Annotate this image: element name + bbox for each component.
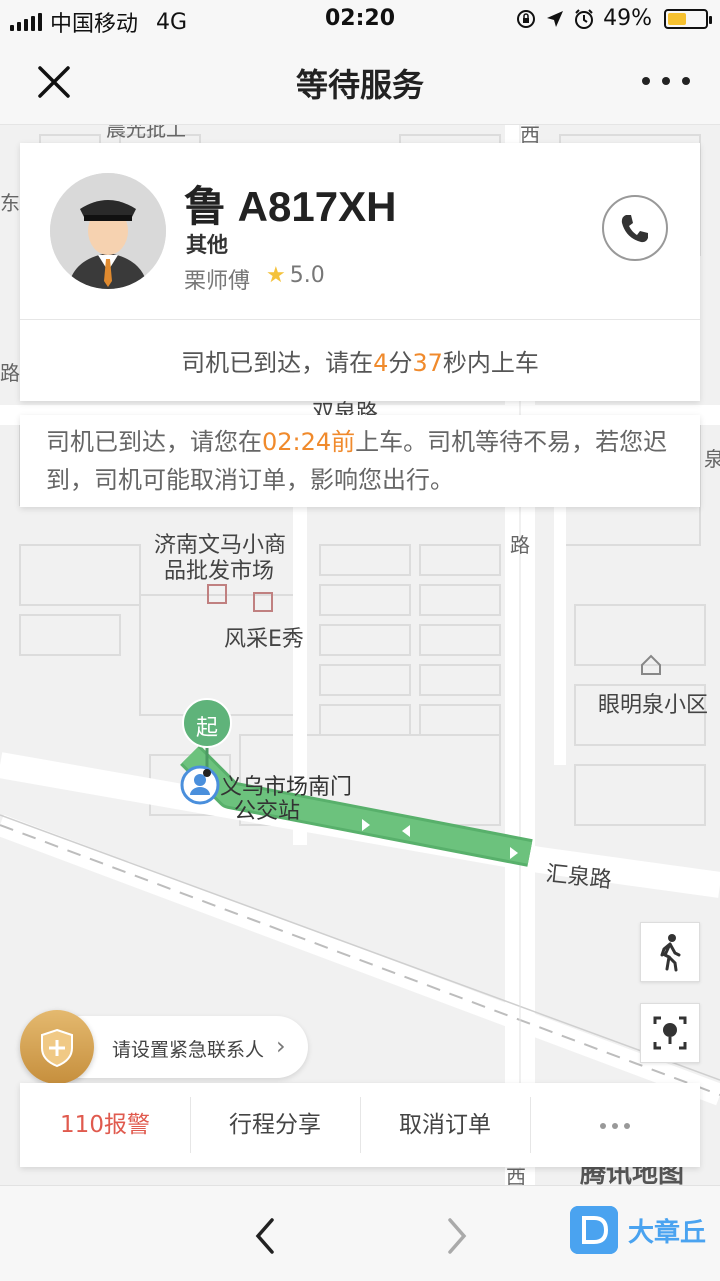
license-plate: 鲁 A817XH <box>184 183 397 230</box>
locate-icon <box>653 1016 687 1050</box>
forward-arrow-icon[interactable] <box>436 1214 476 1258</box>
more-dots-icon <box>600 1122 630 1129</box>
countdown-minutes: 4 <box>373 349 389 377</box>
call-driver-button[interactable] <box>602 195 668 261</box>
back-arrow-icon[interactable] <box>246 1214 286 1258</box>
map-label-edge-right: 泉 <box>704 447 720 471</box>
seconds-suffix: 秒内上车 <box>442 349 539 377</box>
browser-bottom-bar: 大章丘 <box>0 1185 720 1281</box>
more-icon[interactable] <box>642 66 690 96</box>
countdown-seconds: 37 <box>412 349 443 377</box>
rating-value: 5.0 <box>289 263 325 288</box>
car-type: 其他 <box>186 233 228 257</box>
star-icon: ★ <box>266 263 286 288</box>
status-right: 49% <box>515 6 712 31</box>
shield-plus-icon <box>41 1028 73 1068</box>
brand-logo-icon <box>570 1206 618 1254</box>
share-trip-button[interactable]: 行程分享 <box>190 1083 360 1167</box>
arrival-countdown: 司机已到达，请在4分37秒内上车 <box>20 343 700 378</box>
nav-bar: 等待服务 <box>0 40 720 125</box>
arrival-prefix: 司机已到达，请在 <box>181 349 374 377</box>
cancel-order-button[interactable]: 取消订单 <box>360 1083 530 1167</box>
location-arrow-icon <box>547 10 564 27</box>
driver-name: 栗师傅 <box>184 269 251 294</box>
map-label-fengcai: 风采E秀 <box>224 627 304 652</box>
alarm-icon <box>575 8 594 29</box>
more-actions-button[interactable] <box>530 1083 700 1167</box>
page-title: 等待服务 <box>295 66 424 104</box>
battery-percent: 49% <box>603 6 652 31</box>
driver-avatar-illustration <box>50 173 166 289</box>
card-divider <box>20 319 700 320</box>
action-bar: 110报警 行程分享 取消订单 <box>20 1083 700 1167</box>
emergency-call-button[interactable]: 110报警 <box>20 1083 190 1167</box>
notice-prefix: 司机已到达，请您在 <box>46 428 262 456</box>
status-bar: 中国移动 4G 02:20 49% <box>0 0 720 40</box>
walking-person-icon <box>660 934 681 972</box>
locate-me-button[interactable] <box>640 1003 700 1063</box>
shield-badge[interactable] <box>20 1010 94 1084</box>
map-label-east: 东 <box>0 191 20 215</box>
minutes-unit: 分 <box>388 349 413 377</box>
emergency-contact-label: 请设置紧急联系人 <box>112 1039 265 1061</box>
battery-icon <box>664 8 712 29</box>
map-label-market-b: 品批发市场 <box>164 559 275 584</box>
phone-icon <box>621 215 648 243</box>
notice-deadline: 02:24前 <box>262 428 356 456</box>
start-marker-label: 起 <box>196 716 219 741</box>
map-label-bus-stop-b: 公交站 <box>234 799 301 824</box>
driver-avatar <box>50 173 166 289</box>
lock-rotation-icon <box>517 9 536 28</box>
emergency-contact-banner[interactable]: 请设置紧急联系人 › <box>20 1010 310 1084</box>
brand-watermark: 大章丘 <box>570 1206 706 1254</box>
map-label-yanmingquan: 眼明泉小区 <box>598 693 709 718</box>
driver-rating: ★ 5.0 <box>266 263 325 288</box>
chevron-right-icon: › <box>276 1032 286 1060</box>
brand-name: 大章丘 <box>628 1217 707 1248</box>
map-label-huiquan: 汇泉路 <box>544 861 613 894</box>
wait-notice: 司机已到达，请您在02:24前上车。司机等待不易，若您迟到，司机可能取消订单，影… <box>20 415 700 507</box>
walk-navigation-button[interactable] <box>640 922 700 982</box>
map-label-road-right: 路 <box>510 533 530 557</box>
driver-card: 鲁 A817XH 其他 栗师傅 ★ 5.0 司机已到达，请在4分37秒内上车 <box>20 143 700 401</box>
map-label-road-left: 路 <box>0 361 20 385</box>
map-label-top-a: 晨光批工 <box>106 125 186 141</box>
